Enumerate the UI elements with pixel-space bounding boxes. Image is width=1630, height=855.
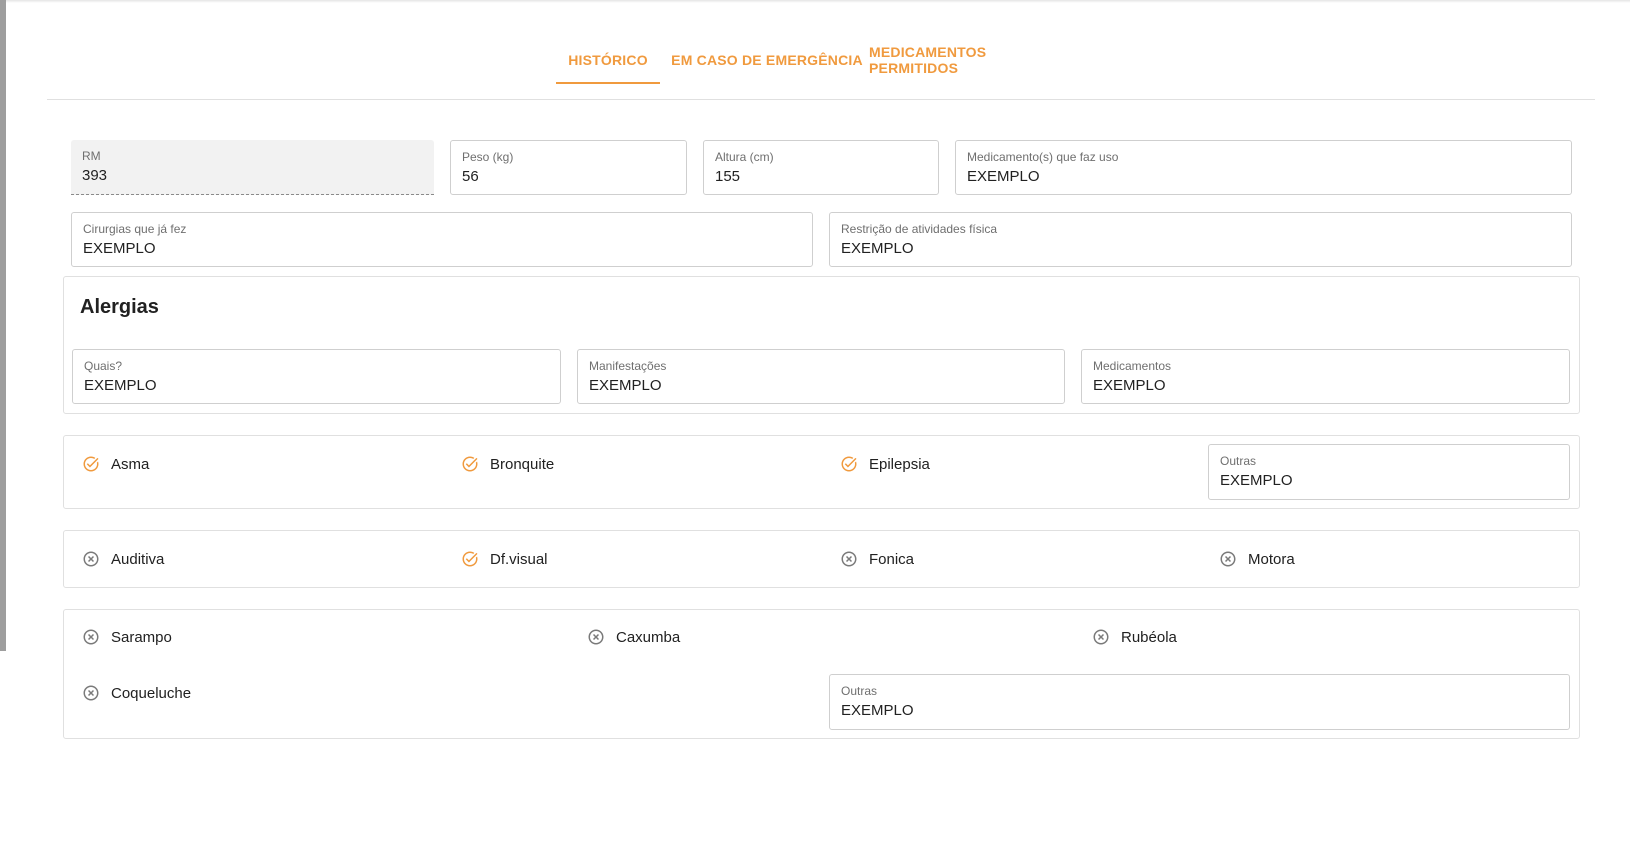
deficiencias-section: [63, 530, 1580, 588]
checkbox-label: Auditiva: [111, 550, 165, 568]
alergias-manifestacoes-field[interactable]: Manifestações: [577, 349, 1065, 404]
cirurgias-input[interactable]: [83, 240, 801, 257]
tab-emergencia[interactable]: EM CASO DE EMERGÊNCIA: [670, 38, 864, 82]
peso-label: Peso (kg): [462, 150, 514, 164]
medicamentos-uso-label: Medicamento(s) que faz uso: [967, 150, 1119, 164]
checkbox-sarampo[interactable]: Sarampo: [82, 628, 172, 646]
alergias-quais-input[interactable]: [84, 377, 549, 394]
restricao-field[interactable]: Restrição de atividades física: [829, 212, 1572, 267]
cancel-circle-icon: [82, 550, 100, 568]
checkbox-fonica[interactable]: Fonica: [840, 550, 914, 568]
peso-input[interactable]: [462, 168, 675, 185]
checkbox-coqueluche[interactable]: Coqueluche: [82, 684, 191, 702]
altura-field[interactable]: Altura (cm): [703, 140, 939, 195]
checkbox-motora[interactable]: Motora: [1219, 550, 1295, 568]
check-circle-icon: [840, 455, 858, 473]
alergias-medicamentos-field[interactable]: Medicamentos: [1081, 349, 1570, 404]
alergias-quais-label: Quais?: [84, 359, 123, 373]
top-shadow: [6, 0, 1630, 3]
checkbox-bronquite[interactable]: Bronquite: [461, 455, 554, 473]
tab-bar: HISTÓRICO EM CASO DE EMERGÊNCIA MEDICAME…: [47, 38, 1595, 100]
peso-field[interactable]: Peso (kg): [450, 140, 687, 195]
checkbox-label: Rubéola: [1121, 628, 1177, 646]
rm-input[interactable]: [82, 167, 423, 184]
alergias-manifestacoes-input[interactable]: [589, 377, 1053, 394]
checkbox-auditiva[interactable]: Auditiva: [82, 550, 164, 568]
altura-input[interactable]: [715, 168, 927, 185]
check-circle-icon: [461, 550, 479, 568]
checkbox-df-visual[interactable]: Df.visual: [461, 550, 548, 568]
cirurgias-label: Cirurgias que já fez: [83, 222, 187, 236]
tab-medicamentos-permitidos[interactable]: MEDICAMENTOS PERMITIDOS: [869, 38, 1073, 82]
alergias-medicamentos-input[interactable]: [1093, 377, 1558, 394]
tab-historico[interactable]: HISTÓRICO: [556, 38, 660, 84]
left-rail: [0, 0, 6, 651]
alergias-manifestacoes-label: Manifestações: [589, 359, 667, 373]
checkbox-label: Asma: [111, 455, 150, 473]
cancel-circle-icon: [840, 550, 858, 568]
checkbox-label: Caxumba: [616, 628, 681, 646]
restricao-label: Restrição de atividades física: [841, 222, 998, 236]
infantis-outras-label: Outras: [841, 684, 878, 698]
cirurgias-field[interactable]: Cirurgias que já fez: [71, 212, 813, 267]
checkbox-label: Epilepsia: [869, 455, 930, 473]
check-circle-icon: [82, 455, 100, 473]
medicamentos-uso-field[interactable]: Medicamento(s) que faz uso: [955, 140, 1572, 195]
cancel-circle-icon: [587, 628, 605, 646]
restricao-input[interactable]: [841, 240, 1560, 257]
altura-label: Altura (cm): [715, 150, 774, 164]
cancel-circle-icon: [1092, 628, 1110, 646]
alergias-title: Alergias: [80, 296, 159, 318]
doencas-outras-input[interactable]: [1220, 472, 1558, 489]
infantis-outras-field[interactable]: Outras: [829, 674, 1570, 730]
doencas-outras-label: Outras: [1220, 454, 1257, 468]
checkbox-label: Coqueluche: [111, 684, 192, 702]
cancel-circle-icon: [82, 628, 100, 646]
checkbox-asma[interactable]: Asma: [82, 455, 149, 473]
rm-label: RM: [82, 149, 101, 163]
checkbox-label: Df.visual: [490, 550, 548, 568]
checkbox-epilepsia[interactable]: Epilepsia: [840, 455, 930, 473]
checkbox-rubeola[interactable]: Rubéola: [1092, 628, 1177, 646]
infantis-outras-input[interactable]: [841, 702, 1558, 719]
checkbox-label: Bronquite: [490, 455, 555, 473]
checkbox-label: Fonica: [869, 550, 915, 568]
check-circle-icon: [461, 455, 479, 473]
alergias-quais-field[interactable]: Quais?: [72, 349, 561, 404]
alergias-medicamentos-label: Medicamentos: [1093, 359, 1172, 373]
checkbox-label: Motora: [1248, 550, 1295, 568]
cancel-circle-icon: [82, 684, 100, 702]
doencas-outras-field[interactable]: Outras: [1208, 444, 1570, 500]
rm-field[interactable]: RM: [71, 140, 434, 195]
medicamentos-uso-input[interactable]: [967, 168, 1560, 185]
checkbox-caxumba[interactable]: Caxumba: [587, 628, 680, 646]
checkbox-label: Sarampo: [111, 628, 172, 646]
cancel-circle-icon: [1219, 550, 1237, 568]
